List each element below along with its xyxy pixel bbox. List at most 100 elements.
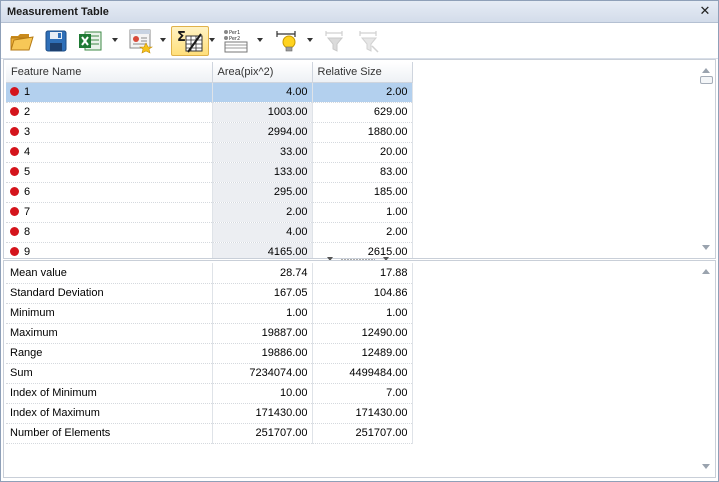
feature-marker-icon bbox=[10, 167, 19, 176]
stat-label: Index of Minimum bbox=[6, 383, 213, 404]
stat-size-value: 104.86 bbox=[312, 283, 413, 304]
stat-label: Index of Maximum bbox=[6, 403, 213, 424]
stat-area-value: 19886.00 bbox=[212, 343, 313, 364]
scroll-down-arrow-icon[interactable] bbox=[702, 245, 710, 250]
filter-icon bbox=[325, 31, 344, 52]
feature-table-scrollbar[interactable] bbox=[698, 60, 715, 258]
table-row[interactable]: 1 4.00 2.00 bbox=[6, 82, 413, 103]
feature-name-cell: 2 bbox=[6, 102, 213, 123]
feature-name-cell: 7 bbox=[6, 202, 213, 223]
statistics-table: Mean value 28.74 17.88 Standard Deviatio… bbox=[6, 263, 413, 444]
feature-table-pane: Feature Name Area(pix^2) Relative Size 1… bbox=[3, 59, 716, 259]
stats-row: Standard Deviation 167.05 104.86 bbox=[6, 283, 413, 304]
filter-clear-button[interactable] bbox=[353, 26, 385, 56]
stat-size-value: 12490.00 bbox=[312, 323, 413, 344]
relative-size-cell: 1.00 bbox=[312, 202, 413, 223]
open-folder-icon bbox=[10, 34, 34, 51]
column-header-area[interactable]: Area(pix^2) bbox=[212, 62, 313, 83]
feature-marker-icon bbox=[10, 127, 19, 136]
feature-name: 4 bbox=[24, 146, 31, 158]
relative-size-cell: 83.00 bbox=[312, 162, 413, 183]
relative-size-cell: 2.00 bbox=[312, 82, 413, 103]
stat-label: Minimum bbox=[6, 303, 213, 324]
stat-label: Range bbox=[6, 343, 213, 364]
stats-row: Index of Maximum 171430.00 171430.00 bbox=[6, 403, 413, 424]
stat-size-value: 251707.00 bbox=[312, 423, 413, 444]
table-row[interactable]: 4 33.00 20.00 bbox=[6, 142, 413, 163]
svg-text:Σ: Σ bbox=[177, 30, 186, 45]
feature-marker-icon bbox=[10, 187, 19, 196]
relative-size-cell: 629.00 bbox=[312, 102, 413, 123]
feature-name: 3 bbox=[24, 126, 31, 138]
feature-marker-icon bbox=[10, 227, 19, 236]
report-dropdown-arrow-icon[interactable] bbox=[160, 38, 166, 42]
statistics-sigma-icon: Σ bbox=[177, 30, 203, 53]
feature-name: 6 bbox=[24, 186, 31, 198]
close-icon[interactable]: ✕ bbox=[698, 4, 712, 18]
stat-size-value: 1.00 bbox=[312, 303, 413, 324]
stat-label: Mean value bbox=[6, 263, 213, 284]
feature-marker-icon bbox=[10, 107, 19, 116]
stat-area-value: 167.05 bbox=[212, 283, 313, 304]
stat-size-value: 4499484.00 bbox=[312, 363, 413, 384]
stats-row: Maximum 19887.00 12490.00 bbox=[6, 323, 413, 344]
feature-name-cell: 9 bbox=[6, 242, 213, 258]
table-row[interactable]: 8 4.00 2.00 bbox=[6, 222, 413, 243]
svg-text:Per2: Per2 bbox=[229, 36, 240, 42]
highlight-dropdown-arrow-icon[interactable] bbox=[307, 38, 313, 42]
stats-row: Number of Elements 251707.00 251707.00 bbox=[6, 423, 413, 444]
area-cell: 4.00 bbox=[212, 222, 313, 243]
table-row[interactable]: 6 295.00 185.00 bbox=[6, 182, 413, 203]
relative-size-cell: 1880.00 bbox=[312, 122, 413, 143]
feature-name: 8 bbox=[24, 226, 31, 238]
feature-name: 7 bbox=[24, 206, 31, 218]
scroll-down-arrow-icon[interactable] bbox=[702, 464, 710, 469]
stat-label: Standard Deviation bbox=[6, 283, 213, 304]
toolbar: Σ Per1 Per2 bbox=[1, 23, 718, 59]
scroll-up-arrow-icon[interactable] bbox=[702, 269, 710, 274]
stats-row: Index of Minimum 10.00 7.00 bbox=[6, 383, 413, 404]
table-row[interactable]: 2 1003.00 629.00 bbox=[6, 102, 413, 123]
excel-dropdown-arrow-icon[interactable] bbox=[112, 38, 118, 42]
area-cell: 4165.00 bbox=[212, 242, 313, 258]
table-row[interactable]: 7 2.00 1.00 bbox=[6, 202, 413, 223]
stats-row: Sum 7234074.00 4499484.00 bbox=[6, 363, 413, 384]
stat-area-value: 10.00 bbox=[212, 383, 313, 404]
area-cell: 4.00 bbox=[212, 82, 313, 103]
column-header-relative-size[interactable]: Relative Size bbox=[312, 62, 413, 83]
feature-name-cell: 6 bbox=[6, 182, 213, 203]
feature-name-cell: 1 bbox=[6, 82, 213, 103]
statistics-button[interactable]: Σ bbox=[171, 26, 209, 56]
feature-name: 2 bbox=[24, 106, 31, 118]
per-feature-dropdown-arrow-icon[interactable] bbox=[257, 38, 263, 42]
stat-size-value: 171430.00 bbox=[312, 403, 413, 424]
excel-export-icon bbox=[79, 31, 102, 51]
stat-label: Sum bbox=[6, 363, 213, 384]
scroll-thumb[interactable] bbox=[700, 76, 713, 84]
highlight-button[interactable] bbox=[271, 26, 303, 56]
stat-label: Maximum bbox=[6, 323, 213, 344]
statistics-scrollbar[interactable] bbox=[698, 261, 715, 477]
stat-area-value: 1.00 bbox=[212, 303, 313, 324]
per-feature-button[interactable]: Per1 Per2 bbox=[219, 26, 253, 56]
table-row[interactable]: 3 2994.00 1880.00 bbox=[6, 122, 413, 143]
stat-size-value: 7.00 bbox=[312, 383, 413, 404]
stats-row: Range 19886.00 12489.00 bbox=[6, 343, 413, 364]
feature-name-cell: 8 bbox=[6, 222, 213, 243]
open-button[interactable] bbox=[7, 26, 37, 56]
statistics-dropdown-arrow-icon[interactable] bbox=[209, 38, 215, 42]
column-header-feature-name[interactable]: Feature Name bbox=[6, 62, 213, 83]
per-feature-table-icon: Per1 Per2 bbox=[224, 30, 248, 53]
report-button[interactable] bbox=[125, 26, 157, 56]
report-icon bbox=[129, 29, 153, 54]
stat-area-value: 251707.00 bbox=[212, 423, 313, 444]
table-row[interactable]: 5 133.00 83.00 bbox=[6, 162, 413, 183]
relative-size-cell: 20.00 bbox=[312, 142, 413, 163]
area-cell: 133.00 bbox=[212, 162, 313, 183]
title-bar: Measurement Table ✕ bbox=[1, 1, 718, 23]
stat-label: Number of Elements bbox=[6, 423, 213, 444]
scroll-up-arrow-icon[interactable] bbox=[702, 68, 710, 73]
excel-export-button[interactable] bbox=[75, 26, 105, 56]
filter-button[interactable] bbox=[319, 26, 351, 56]
save-button[interactable] bbox=[41, 26, 71, 56]
